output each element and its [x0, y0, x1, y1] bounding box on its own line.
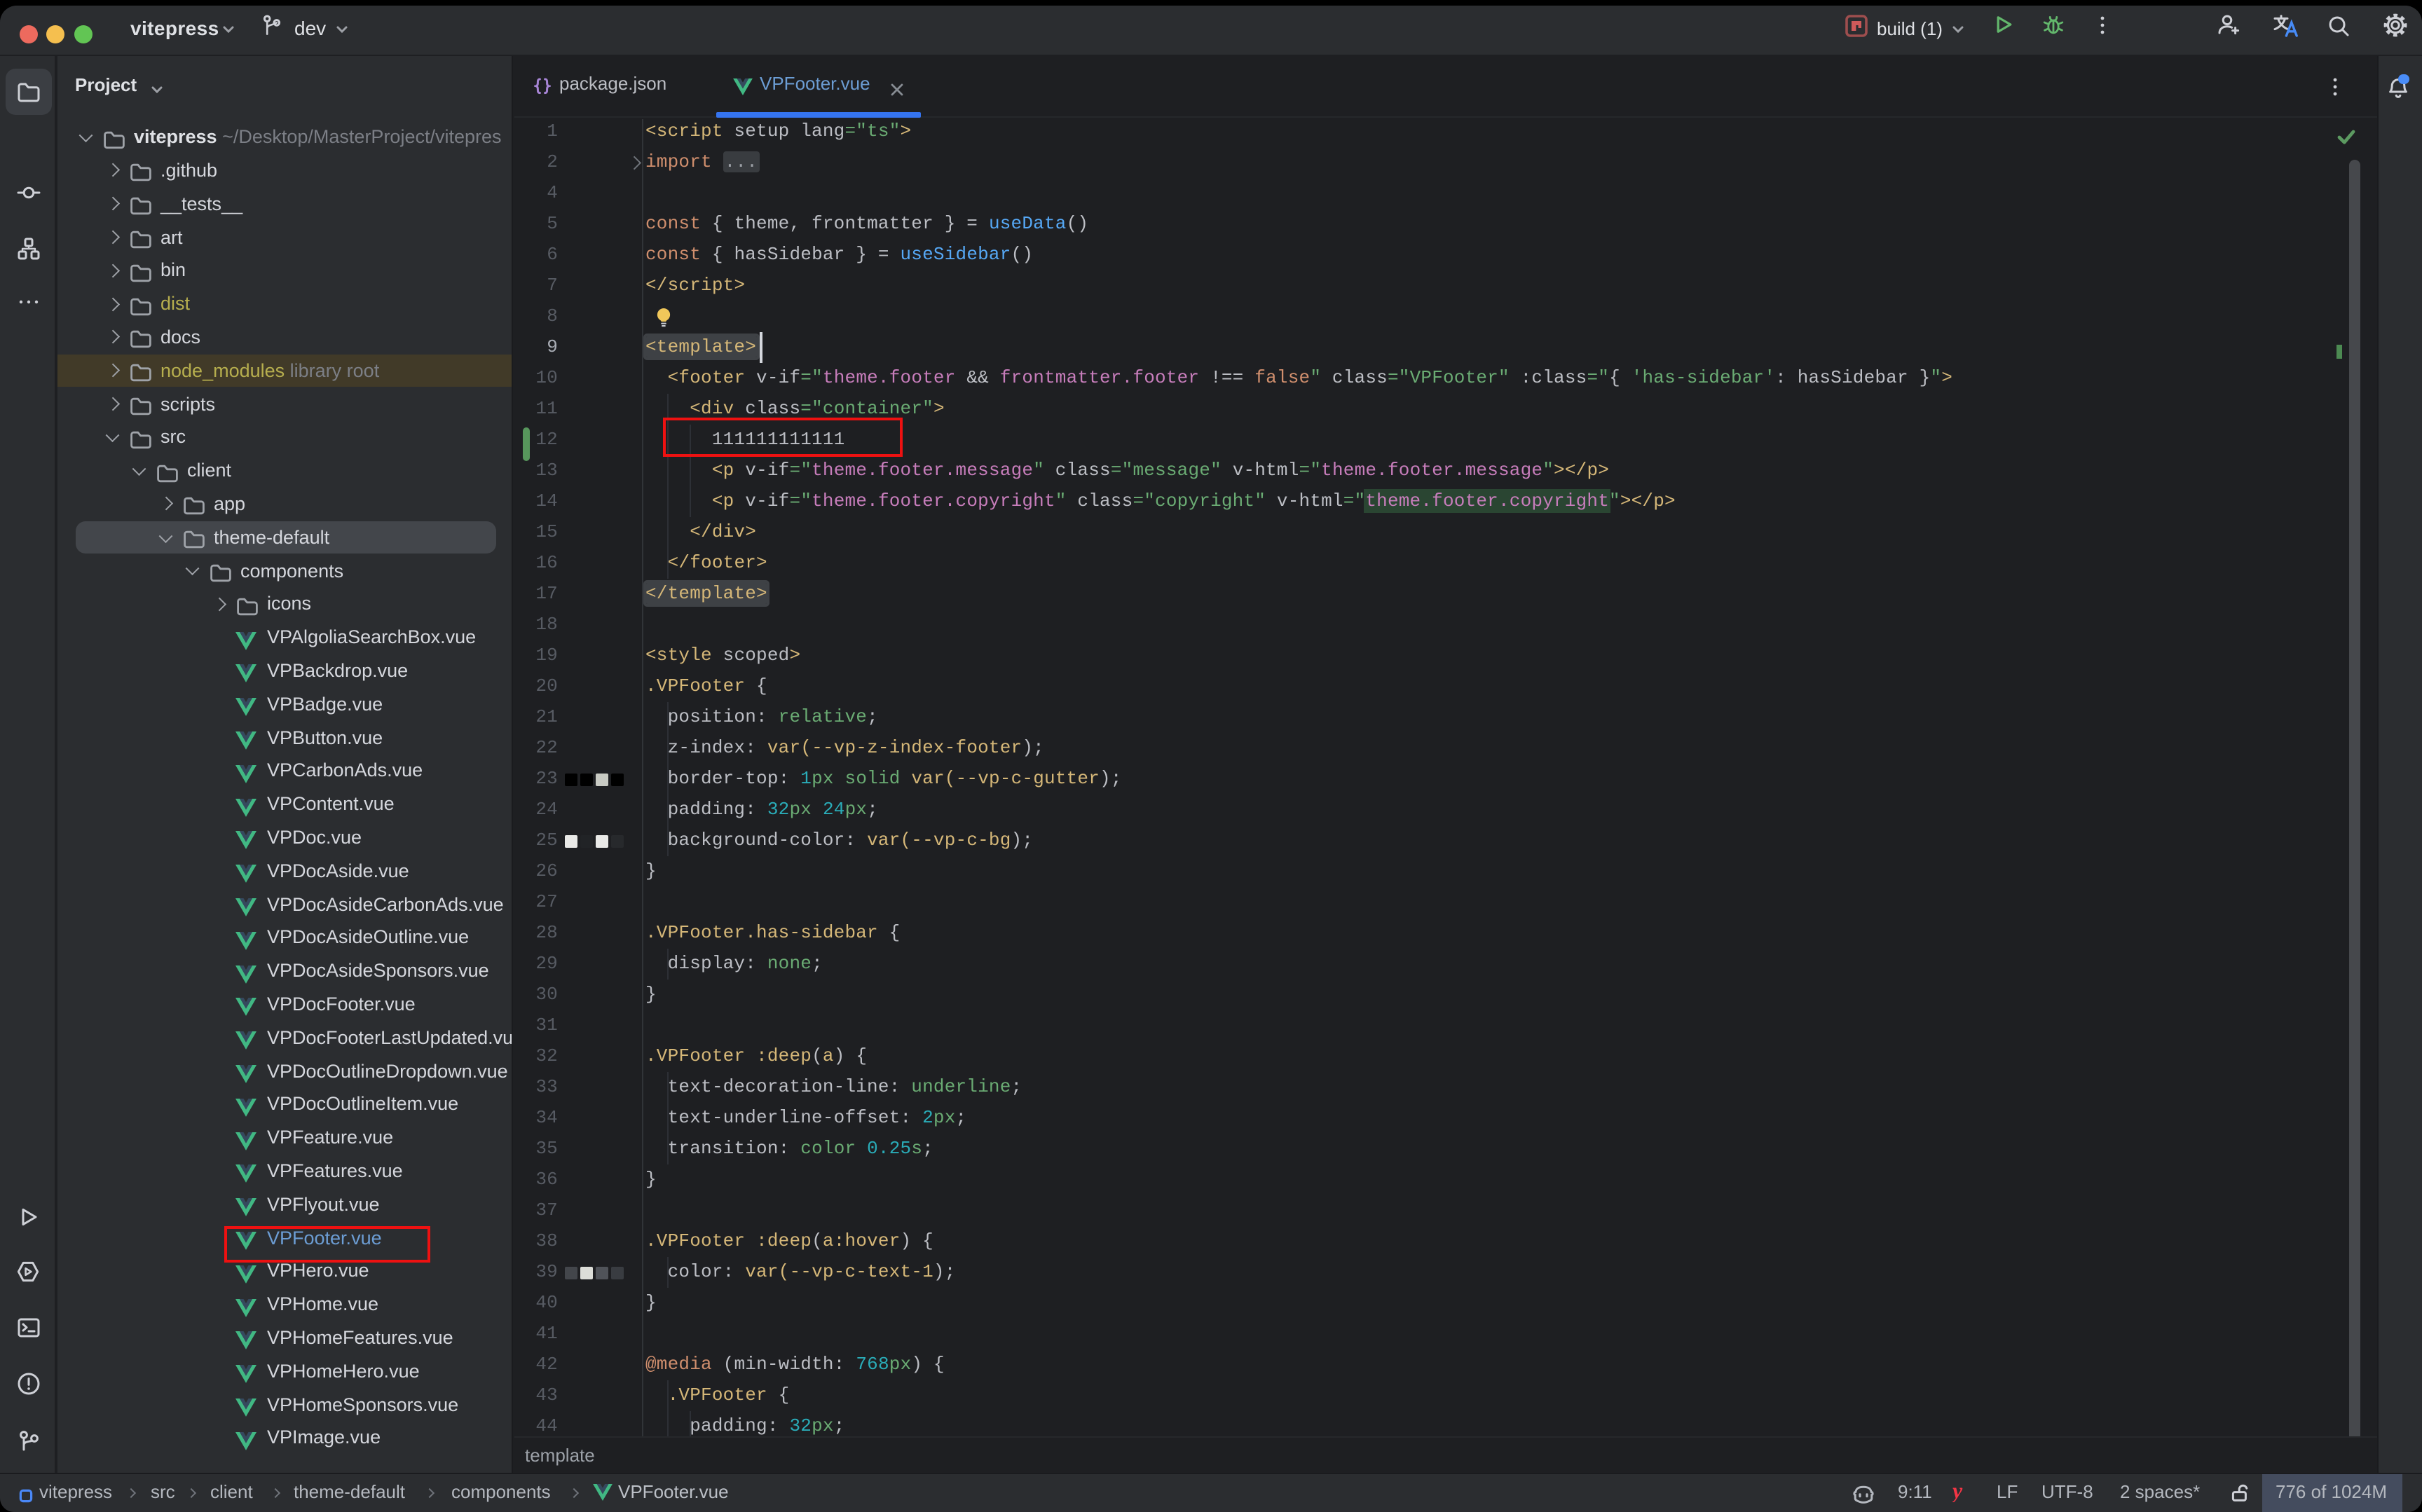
svg-text:y: y — [1952, 1483, 1963, 1502]
